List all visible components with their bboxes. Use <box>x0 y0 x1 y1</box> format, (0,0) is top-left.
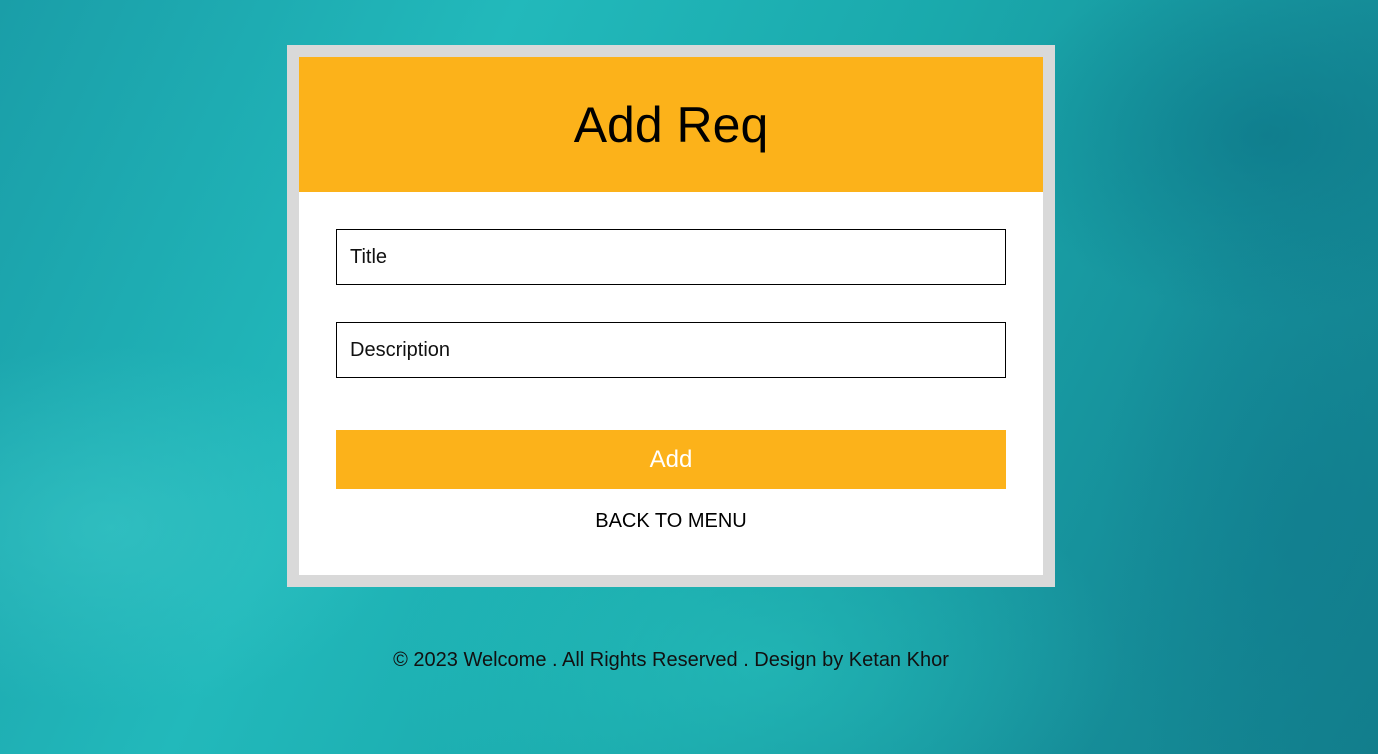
footer-copyright: © 2023 Welcome . All Rights Reserved . D… <box>393 649 949 671</box>
form-card-frame: Add Req Add BACK TO MENU <box>287 45 1055 587</box>
add-button[interactable]: Add <box>336 430 1006 489</box>
card-header: Add Req <box>299 57 1043 192</box>
description-input[interactable] <box>336 322 1006 378</box>
title-input[interactable] <box>336 229 1006 285</box>
back-to-menu-link[interactable]: BACK TO MENU <box>299 510 1043 533</box>
page-title: Add Req <box>573 96 769 153</box>
form-card: Add Req Add BACK TO MENU <box>299 57 1043 575</box>
